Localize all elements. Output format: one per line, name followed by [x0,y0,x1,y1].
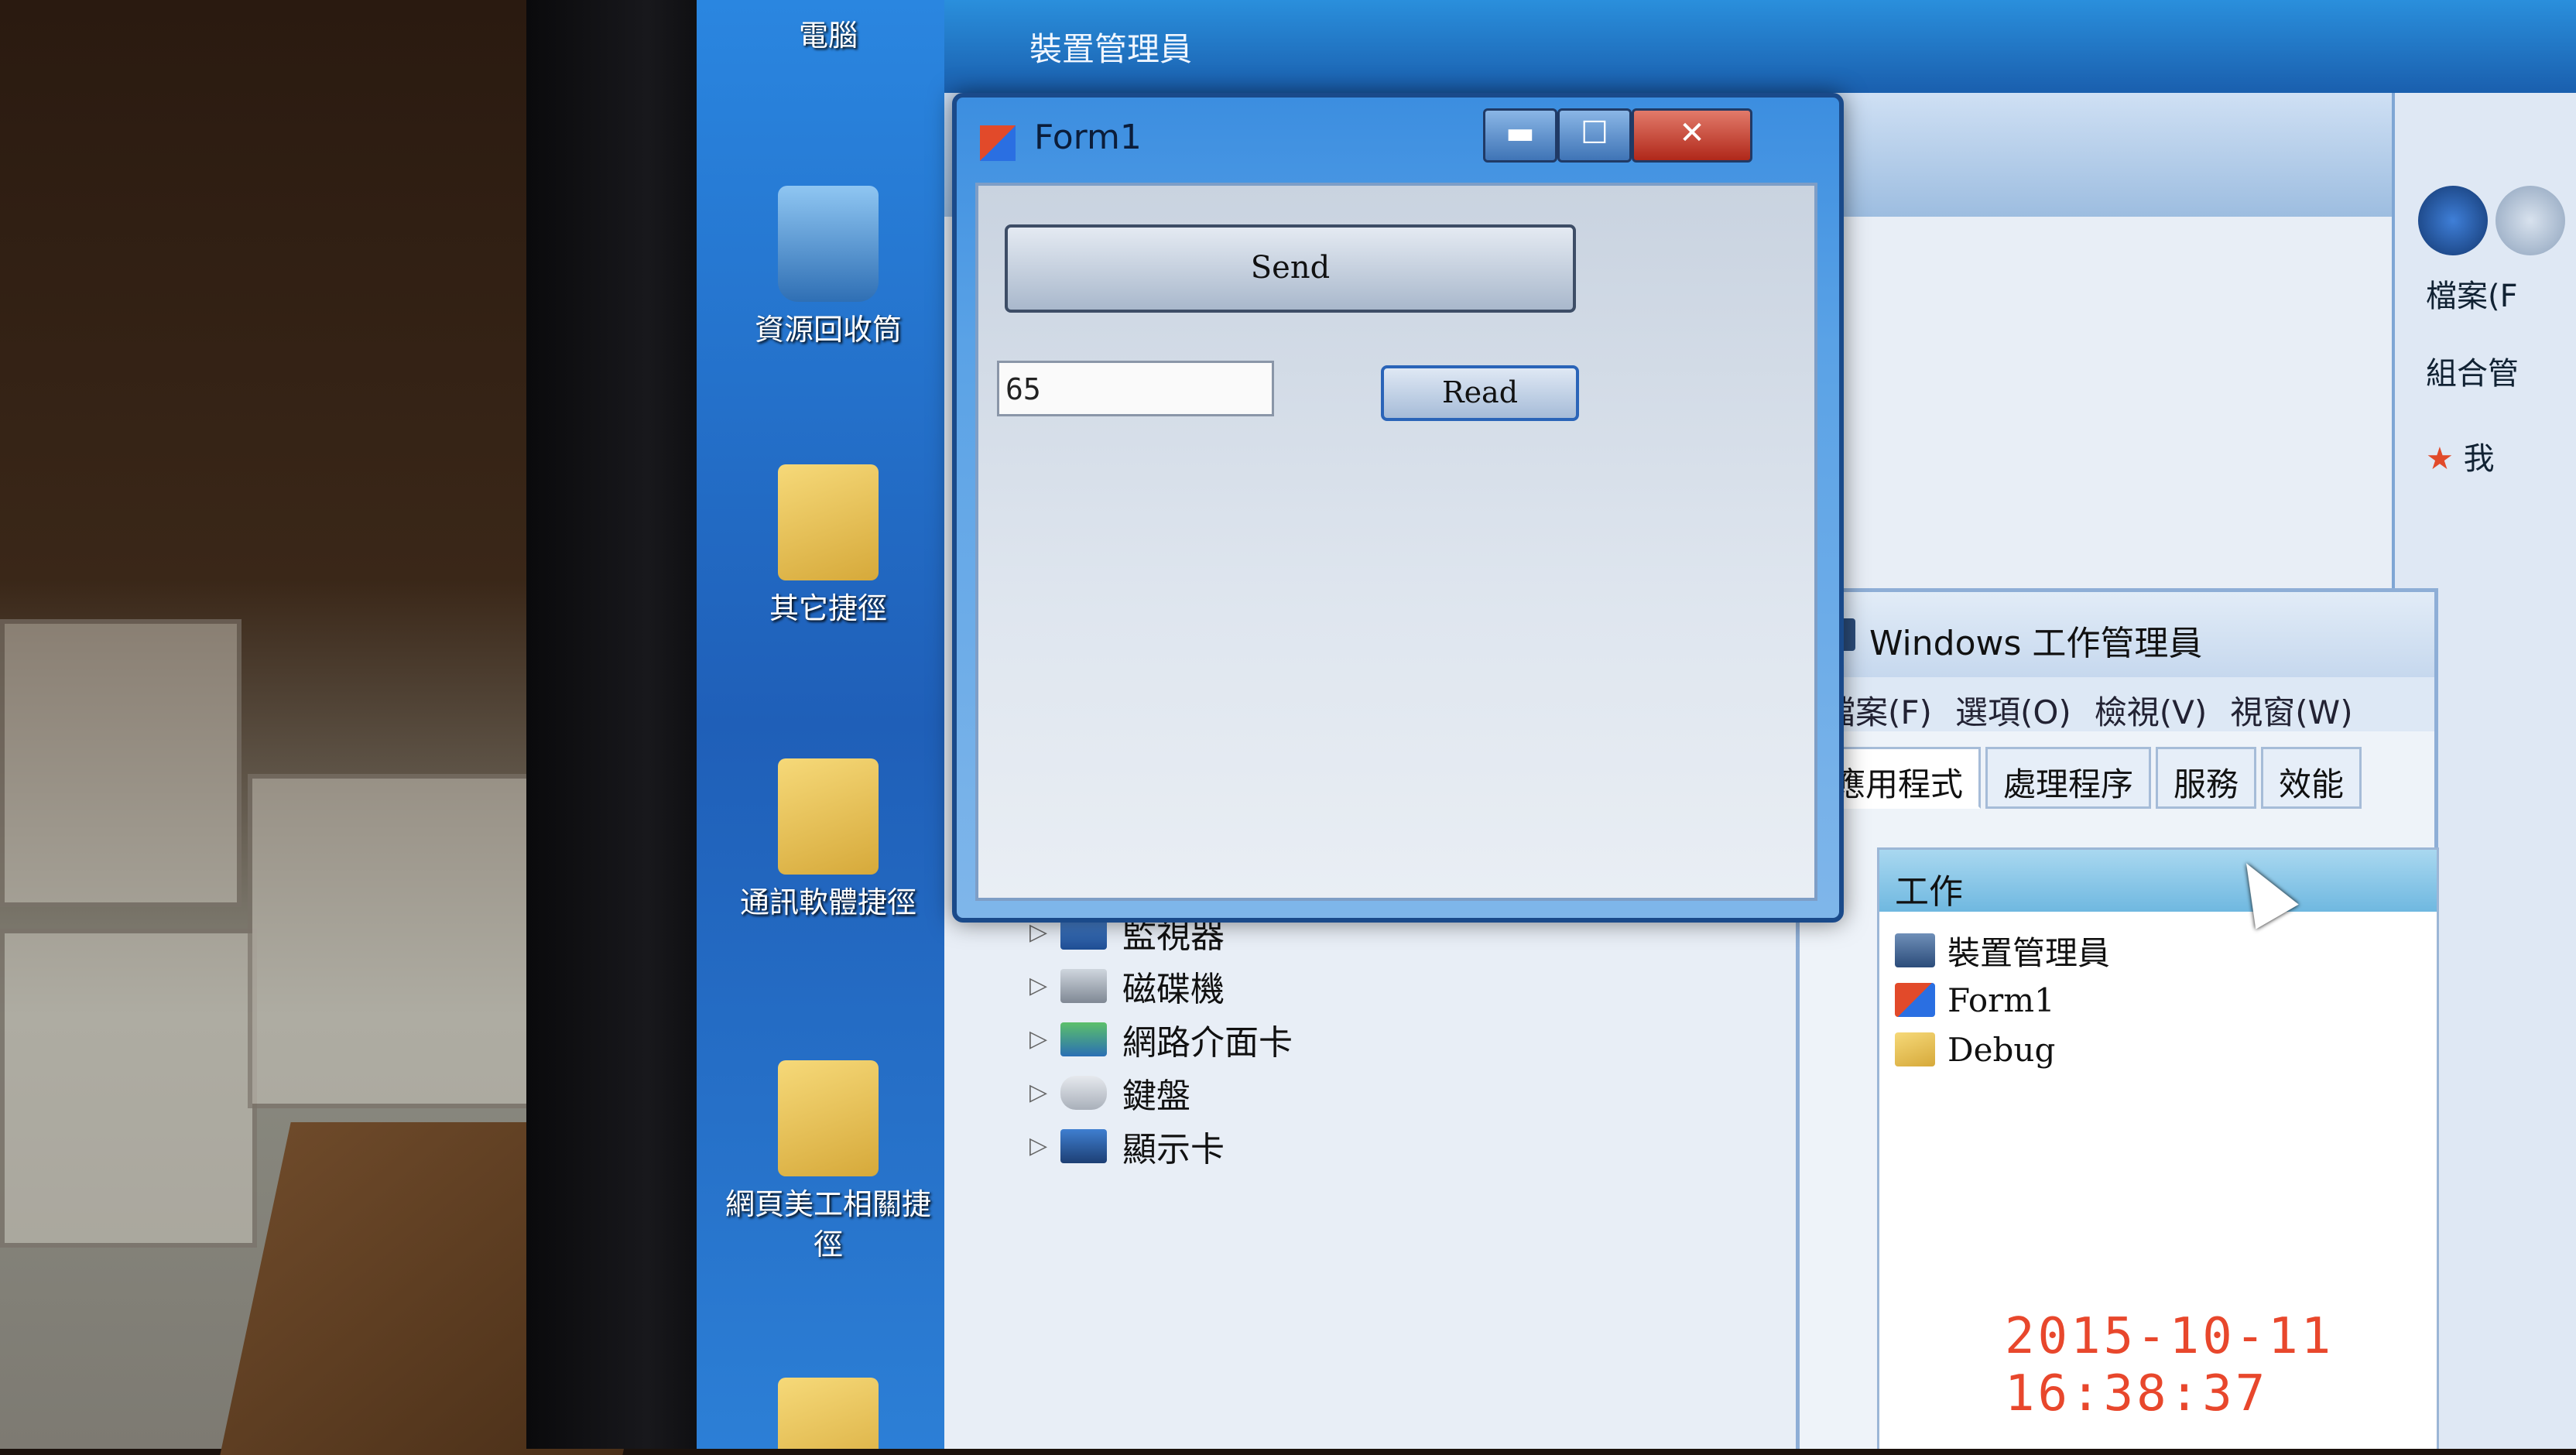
floor-tile [0,619,242,907]
device-tree: ▷ 監視器 ▷ 磁碟機 ▷ 網路介面卡 ▷ 鍵盤 ▷ 顯示卡 [1029,906,1293,1173]
column-header-label: 工作 [1895,872,1963,912]
screen: 電腦 資源回收筒 其它捷徑 通訊軟體捷徑 網頁美工相關捷徑 裝置管理員 ▷ 監視… [697,0,2576,1449]
menu-options[interactable]: 選項(O) [1955,686,2071,731]
tab-performance[interactable]: 效能 [2261,747,2362,809]
desktop: 電腦 資源回收筒 其它捷徑 通訊軟體捷徑 網頁美工相關捷徑 [697,0,952,1449]
form1-window[interactable]: Form1 ▬ ☐ ✕ Send 65 Read [952,93,1844,923]
desktop-icon-web-design[interactable]: 網頁美工相關捷徑 [712,1060,944,1265]
tree-item-label: 鍵盤 [1122,1076,1190,1116]
forward-button[interactable] [2496,186,2565,255]
desktop-icon-label: 其它捷徑 [769,591,887,625]
tree-item-label: 顯示卡 [1122,1129,1225,1169]
tree-item-label: 網路介面卡 [1122,1022,1293,1063]
network-adapter-icon [1060,1022,1107,1056]
close-button[interactable]: ✕ [1632,108,1752,163]
expand-arrow-icon[interactable]: ▷ [1029,972,1060,999]
tree-item-keyboards[interactable]: ▷ 鍵盤 [1029,1066,1293,1119]
task-row[interactable]: Debug [1895,1026,2055,1073]
tab-services[interactable]: 服務 [2156,747,2257,809]
form-icon [1895,983,1935,1017]
task-manager-titlebar[interactable]: Windows 工作管理員 [1800,592,2434,677]
back-button[interactable] [2418,186,2488,255]
expand-arrow-icon[interactable]: ▷ [1029,1132,1060,1159]
folder-icon [778,1060,879,1176]
send-button[interactable]: Send [1005,224,1576,313]
minimize-button[interactable]: ▬ [1483,108,1557,163]
window-title: Windows 工作管理員 [1869,624,2203,663]
task-name: 裝置管理員 [1947,933,2111,972]
desktop-icon-label: 通訊軟體捷徑 [739,885,916,919]
maximize-button[interactable]: ☐ [1557,108,1632,163]
window-title: Form1 [1034,118,1142,157]
favorites-item[interactable]: ★ 我 [2426,433,2495,480]
desktop-icon-label: 資源回收筒 [754,313,902,347]
desktop-icon-label: 電腦 [798,19,858,53]
disk-drive-icon [1060,968,1107,1003]
menu-file[interactable]: 檔案(F [2426,271,2518,317]
keyboard-icon [1060,1075,1107,1110]
device-manager-titlebar[interactable]: 裝置管理員 [944,0,2576,93]
form-icon [980,125,1016,161]
folder-icon [778,758,879,875]
tree-item-display-adapters[interactable]: ▷ 顯示卡 [1029,1119,1293,1173]
task-row[interactable]: 裝置管理員 [1895,927,2110,974]
desktop-icon-other-shortcuts[interactable]: 其它捷徑 [712,464,944,628]
display-adapter-icon [1060,1128,1107,1163]
folder-icon [778,1378,879,1449]
task-row[interactable]: Form1 [1895,977,2055,1023]
menu-bar: 檔案(F) 選項(O) 檢視(V) 視窗(W) [1800,677,2434,731]
task-name: Form1 [1947,981,2055,1019]
column-header-task[interactable]: 工作 [1879,850,2437,912]
tree-item-disk-drives[interactable]: ▷ 磁碟機 [1029,959,1293,1012]
tree-item-label: 磁碟機 [1122,969,1225,1009]
tree-item-network-adapters[interactable]: ▷ 網路介面卡 [1029,1012,1293,1066]
floor-tile [0,929,257,1248]
folder-icon [1895,1032,1935,1066]
read-button[interactable]: Read [1381,365,1579,421]
favorites-label: 我 [2463,441,2495,477]
desktop-icon-partial[interactable] [712,1378,944,1449]
photo-timestamp: 2015-10-11 16:38:37 [2005,1308,2334,1422]
recycle-bin-icon [778,186,879,302]
desktop-icon-computer[interactable]: 電腦 [712,15,944,56]
value-textbox[interactable]: 65 [997,361,1274,416]
expand-arrow-icon[interactable]: ▷ [1029,919,1060,946]
menu-view[interactable]: 檢視(V) [2095,686,2208,731]
tab-strip: 應用程式 處理程序 服務 效能 [1815,747,2366,809]
expand-arrow-icon[interactable]: ▷ [1029,1079,1060,1106]
desktop-icon-communication[interactable]: 通訊軟體捷徑 [712,758,944,923]
floor-tile [248,774,536,1108]
device-manager-icon [1895,933,1935,967]
tab-processes[interactable]: 處理程序 [1985,747,2152,809]
desktop-icon-recycle-bin[interactable]: 資源回收筒 [712,186,944,350]
form1-titlebar[interactable]: Form1 ▬ ☐ ✕ [957,98,1839,183]
menu-windows[interactable]: 視窗(W) [2230,686,2352,731]
folder-icon [778,464,879,580]
expand-arrow-icon[interactable]: ▷ [1029,1025,1060,1053]
form1-client-area: Send 65 Read [975,183,1817,901]
window-title: 裝置管理員 [1029,30,1193,68]
task-name: Debug [1947,1030,2056,1069]
star-icon: ★ [2426,441,2454,477]
organize-button[interactable]: 組合管 [2426,348,2519,395]
desktop-icon-label: 網頁美工相關捷徑 [724,1187,931,1262]
